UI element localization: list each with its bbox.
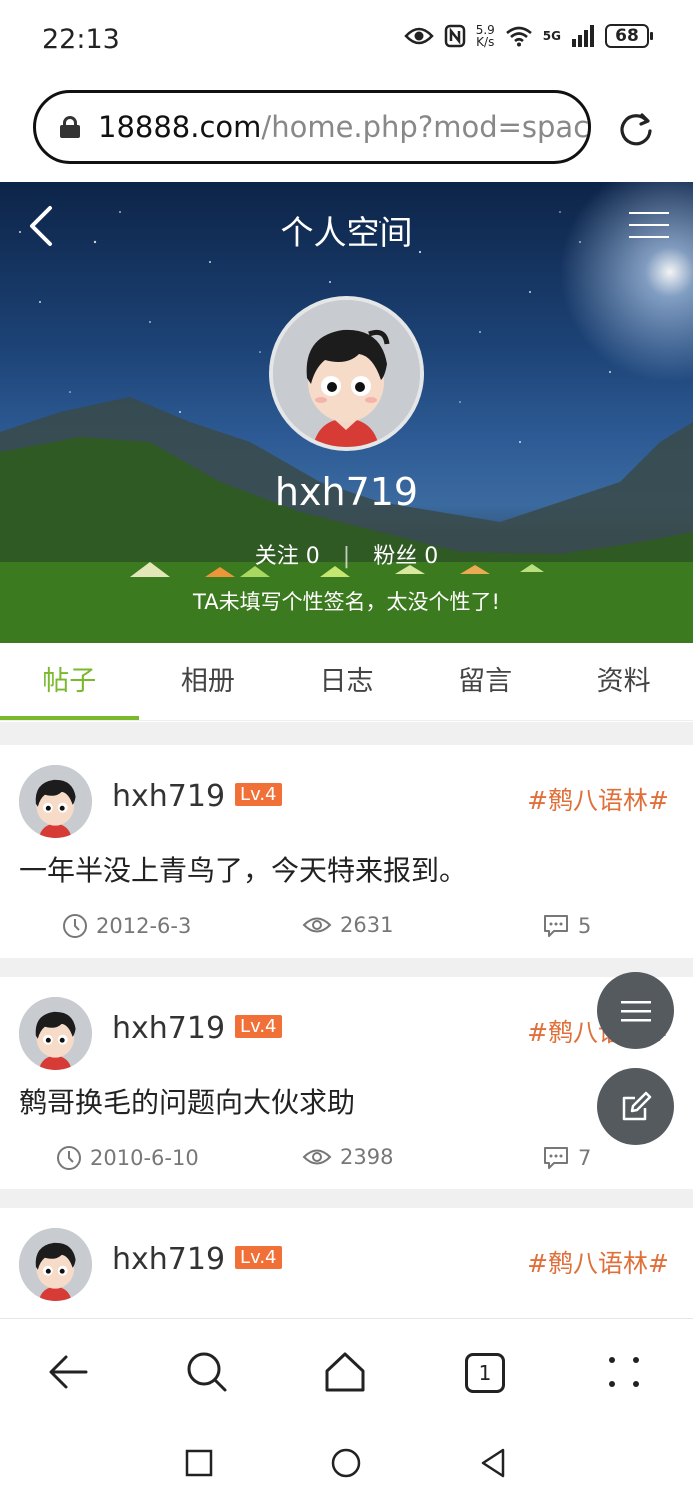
stats-divider: | bbox=[342, 544, 351, 569]
floating-compose-button[interactable] bbox=[597, 1068, 674, 1145]
post-item[interactable]: hxh719 Lv.4 #鹩八语林# bbox=[0, 1208, 693, 1318]
browser-address-row: 18888.com/home.php?mod=space bbox=[0, 80, 693, 182]
cartoon-boy-avatar bbox=[273, 300, 420, 447]
post-item[interactable]: hxh719 Lv.4 #鹩八语林# 鹩哥换毛的问题向大伙求助 2010-6-10… bbox=[0, 977, 693, 1189]
battery-icon: 68 bbox=[605, 24, 653, 48]
post-title[interactable]: 鹩哥换毛的问题向大伙求助 bbox=[19, 1081, 355, 1121]
status-icons: 5.9 K/s 5G 68 bbox=[403, 24, 653, 48]
level-badge: Lv.4 bbox=[235, 1246, 282, 1269]
tab-album[interactable]: 相册 bbox=[139, 643, 278, 720]
cartoon-boy-avatar bbox=[19, 1228, 92, 1301]
url-domain: 18888.com bbox=[98, 110, 262, 144]
eye-icon bbox=[302, 917, 332, 933]
lock-icon bbox=[60, 116, 80, 138]
post-forum-tag[interactable]: #鹩八语林# bbox=[527, 781, 669, 817]
post-author[interactable]: hxh719 Lv.4 bbox=[112, 779, 282, 814]
post-author[interactable]: hxh719 Lv.4 bbox=[112, 1011, 282, 1046]
level-badge: Lv.4 bbox=[235, 783, 282, 806]
eye-icon bbox=[302, 1149, 332, 1165]
speed-unit: K/s bbox=[476, 35, 495, 49]
post-views: 2631 bbox=[302, 913, 393, 937]
post-author[interactable]: hxh719 Lv.4 bbox=[112, 1242, 282, 1277]
home-circle-icon[interactable] bbox=[330, 1447, 362, 1479]
follow-count: 0 bbox=[305, 544, 320, 569]
profile-hero: 个人空间 hxh719 关注 0 | 粉丝 0 TA未填写个性签名，太没个性了! bbox=[0, 182, 693, 643]
reload-icon[interactable] bbox=[617, 110, 655, 148]
post-author-avatar[interactable] bbox=[19, 765, 92, 838]
follow-label: 关注 bbox=[254, 544, 299, 569]
comment-icon bbox=[544, 1147, 568, 1169]
network-type: 5G bbox=[542, 29, 561, 43]
url-text: 18888.com/home.php?mod=space bbox=[98, 110, 591, 144]
clock-icon bbox=[57, 1146, 81, 1170]
level-badge: Lv.4 bbox=[235, 1015, 282, 1038]
post-replies: 5 bbox=[542, 913, 591, 939]
system-nav-bar bbox=[0, 1426, 693, 1500]
post-author-avatar[interactable] bbox=[19, 1228, 92, 1301]
post-date-text: 2010-6-10 bbox=[90, 1146, 199, 1170]
status-time: 22:13 bbox=[42, 24, 120, 55]
profile-username: hxh719 bbox=[274, 470, 419, 514]
post-views-count: 2398 bbox=[340, 1145, 394, 1169]
more-options-icon[interactable] bbox=[601, 1349, 647, 1395]
home-icon[interactable] bbox=[322, 1349, 368, 1395]
cartoon-boy-avatar bbox=[19, 997, 92, 1070]
post-author-name: hxh719 bbox=[112, 1011, 226, 1046]
section-gap bbox=[0, 1189, 693, 1208]
floating-menu-button[interactable] bbox=[597, 972, 674, 1049]
post-item[interactable]: hxh719 Lv.4 #鹩八语林# 一年半没上青鸟了，今天特来报到。 2012-… bbox=[0, 745, 693, 958]
tab-messages[interactable]: 留言 bbox=[416, 643, 555, 720]
section-gap bbox=[0, 722, 693, 745]
address-bar[interactable]: 18888.com/home.php?mod=space bbox=[33, 90, 591, 164]
post-views: 2398 bbox=[302, 1145, 393, 1169]
fans-stat[interactable]: 粉丝 0 bbox=[373, 544, 438, 569]
profile-stats: 关注 0 | 粉丝 0 bbox=[0, 538, 693, 570]
post-replies-count: 7 bbox=[578, 1146, 592, 1170]
post-date: 2010-6-10 bbox=[56, 1145, 199, 1171]
fans-count: 0 bbox=[424, 544, 439, 569]
edit-icon bbox=[622, 1091, 651, 1120]
wifi-icon bbox=[505, 26, 532, 47]
back-triangle-icon[interactable] bbox=[478, 1447, 508, 1479]
post-author-name: hxh719 bbox=[112, 779, 226, 814]
post-author-avatar[interactable] bbox=[19, 997, 92, 1070]
back-arrow-icon[interactable] bbox=[46, 1349, 92, 1395]
tab-blog[interactable]: 日志 bbox=[277, 643, 416, 720]
post-title[interactable]: 一年半没上青鸟了，今天特来报到。 bbox=[19, 849, 467, 889]
eye-icon bbox=[403, 27, 434, 45]
cartoon-boy-avatar bbox=[19, 765, 92, 838]
tab-profile-info[interactable]: 资料 bbox=[554, 643, 693, 720]
post-date: 2012-6-3 bbox=[62, 913, 191, 939]
recent-apps-icon[interactable] bbox=[184, 1448, 214, 1478]
post-replies: 7 bbox=[542, 1145, 591, 1171]
post-date-text: 2012-6-3 bbox=[96, 914, 192, 938]
menu-icon[interactable] bbox=[629, 212, 669, 242]
page-title: 个人空间 bbox=[280, 213, 413, 252]
clock-icon bbox=[63, 914, 87, 938]
section-gap bbox=[0, 958, 693, 977]
post-author-name: hxh719 bbox=[112, 1242, 226, 1277]
nfc-icon bbox=[444, 24, 465, 48]
post-replies-count: 5 bbox=[578, 914, 592, 938]
menu-icon bbox=[620, 1000, 651, 1021]
follow-stat[interactable]: 关注 0 bbox=[255, 544, 320, 569]
profile-signature: TA未填写个性签名，太没个性了! bbox=[193, 590, 500, 614]
tab-posts[interactable]: 帖子 bbox=[0, 643, 139, 720]
browser-toolbar: 1 bbox=[0, 1318, 693, 1426]
profile-avatar[interactable] bbox=[269, 296, 424, 451]
post-forum-tag[interactable]: #鹩八语林# bbox=[527, 1244, 669, 1280]
profile-tabs: 帖子 相册 日志 留言 资料 bbox=[0, 643, 693, 721]
post-views-count: 2631 bbox=[340, 913, 394, 937]
url-path: /home.php?mod=space bbox=[261, 110, 591, 144]
status-bar: 22:13 5.9 K/s 5G 68 bbox=[0, 0, 693, 80]
signal-icon bbox=[572, 25, 594, 47]
fans-label: 粉丝 bbox=[373, 544, 418, 569]
tabs-count-button[interactable]: 1 bbox=[465, 1353, 505, 1393]
comment-icon bbox=[544, 915, 568, 937]
search-icon[interactable] bbox=[184, 1349, 230, 1395]
network-speed: 5.9 K/s bbox=[476, 24, 495, 48]
